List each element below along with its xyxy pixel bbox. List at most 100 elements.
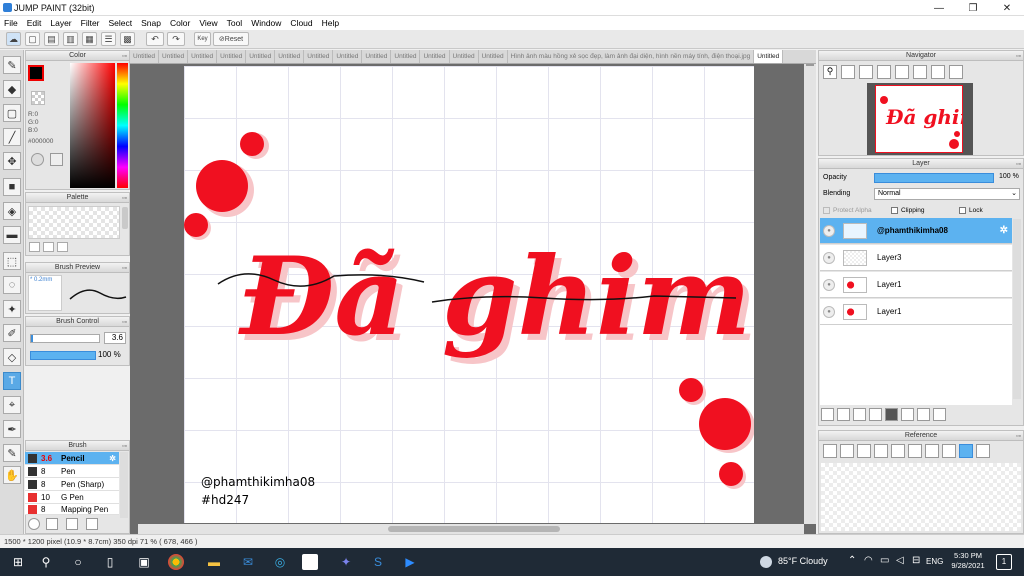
visibility-icon[interactable]: ● — [823, 305, 835, 318]
menu-layer[interactable]: Layer — [50, 18, 71, 28]
menu-help[interactable]: Help — [322, 18, 339, 28]
fill-rect-tool-icon[interactable]: ■ — [3, 178, 21, 196]
hand-icon[interactable] — [959, 444, 973, 458]
brush-delete-icon[interactable] — [86, 518, 98, 530]
jump-paint-icon[interactable] — [302, 554, 318, 570]
new-layer8-icon[interactable] — [837, 408, 850, 421]
menu-filter[interactable]: Filter — [81, 18, 100, 28]
doc-tab[interactable]: Untitled — [159, 50, 189, 63]
panel-menu-icon[interactable]: ▫▫ — [122, 264, 127, 274]
zoom-fit-icon[interactable] — [908, 444, 922, 458]
network-icon[interactable]: ◠ — [864, 555, 873, 566]
skype-icon[interactable]: S — [368, 552, 388, 572]
brush-list-scrollbar[interactable] — [120, 452, 128, 518]
widgets-icon[interactable]: ▯ — [100, 552, 120, 572]
notification-icon[interactable]: 1 — [996, 554, 1012, 570]
panel-menu-icon[interactable]: ▫▫ — [122, 194, 127, 204]
zoom-in-icon[interactable] — [841, 65, 855, 79]
brush2-tool-icon[interactable]: ✎ — [3, 444, 21, 462]
magic-wand-tool-icon[interactable]: ✦ — [3, 300, 21, 318]
flip-icon[interactable] — [949, 65, 963, 79]
blending-select[interactable]: Normal ⌄ — [874, 188, 1020, 200]
close-icon[interactable] — [857, 444, 871, 458]
volume-icon[interactable]: ◁ — [896, 555, 904, 566]
doc-tab-active[interactable]: Untitled — [754, 50, 784, 63]
mail-icon[interactable]: ✉ — [238, 552, 258, 572]
layer-opacity-slider[interactable] — [874, 173, 994, 183]
brush-opacity-slider[interactable] — [30, 351, 96, 360]
canvas-horizontal-scrollbar[interactable] — [138, 524, 804, 534]
new-layer-icon[interactable] — [821, 408, 834, 421]
doc-tab[interactable]: Untitled — [304, 50, 334, 63]
gradient-tool-icon[interactable]: ▬ — [3, 226, 21, 244]
brush-item[interactable]: 8 Pen (Sharp) — [25, 478, 119, 491]
canvas-vertical-scrollbar[interactable] — [804, 64, 816, 524]
document-icon[interactable]: ▦ — [82, 32, 97, 46]
reset-button[interactable]: ⊘ Reset — [213, 32, 249, 46]
brush-copy-icon[interactable] — [46, 518, 58, 530]
cloud-icon[interactable]: ☁ — [6, 32, 21, 46]
chevron-up-icon[interactable]: ⌃ — [848, 555, 856, 566]
pen-tool-icon[interactable]: ✎ — [3, 56, 21, 74]
foreground-color-swatch[interactable] — [28, 65, 44, 81]
clipping-checkbox[interactable]: Clipping — [891, 207, 925, 214]
delete-layer-icon[interactable] — [933, 408, 946, 421]
gear-icon[interactable]: ✲ — [1000, 225, 1008, 236]
zoom-out-icon[interactable] — [877, 65, 891, 79]
language-indicator[interactable]: ENG — [926, 557, 943, 566]
list-icon[interactable]: ☰ — [101, 32, 116, 46]
menu-file[interactable]: File — [4, 18, 18, 28]
panel-menu-icon[interactable]: ▫▫ — [122, 442, 127, 452]
rect-tool-icon[interactable]: ▢ — [3, 104, 21, 122]
panel-menu-icon[interactable]: ▫▫ — [1016, 160, 1021, 170]
menu-view[interactable]: View — [199, 18, 217, 28]
brush-item[interactable]: 8 Mapping Pen — [25, 504, 119, 515]
hue-slider[interactable] — [117, 63, 128, 188]
eyedropper-tool-icon[interactable]: ✒ — [3, 420, 21, 438]
brush-item[interactable]: 10 G Pen — [25, 491, 119, 504]
palette-swatches[interactable] — [28, 206, 120, 239]
hand-tool-icon[interactable]: ✋ — [3, 466, 21, 484]
panel-menu-icon[interactable]: ▫▫ — [122, 318, 127, 328]
bucket-tool-icon[interactable]: ◈ — [3, 202, 21, 220]
protect-alpha-checkbox[interactable]: Protect Alpha — [823, 207, 872, 214]
doc-tab[interactable]: Untitled — [188, 50, 218, 63]
doc-tab[interactable]: Untitled — [246, 50, 276, 63]
file-explorer-icon[interactable]: ▬ — [204, 552, 224, 572]
store-icon[interactable]: ▣ — [134, 552, 154, 572]
layer-dropdown-icon[interactable] — [869, 408, 882, 421]
key-button[interactable]: Key — [194, 32, 211, 46]
zoom-out-icon[interactable] — [925, 444, 939, 458]
undo-icon[interactable]: ↶ — [146, 32, 164, 46]
reset-view-icon[interactable] — [976, 444, 990, 458]
rotate-icon[interactable] — [942, 444, 956, 458]
brush-item[interactable]: 3.6 Pencil ✲ — [25, 452, 119, 465]
brush-add-icon[interactable] — [28, 518, 40, 530]
menu-edit[interactable]: Edit — [27, 18, 42, 28]
zoom-icon[interactable]: ⚲ — [823, 65, 837, 79]
weather-text[interactable]: 85°F Cloudy — [778, 556, 828, 566]
eyedropper-icon[interactable] — [874, 444, 888, 458]
rotate-right-icon[interactable] — [931, 65, 945, 79]
battery-icon[interactable]: ▭ — [880, 555, 889, 566]
layer-list-scrollbar[interactable] — [1013, 219, 1021, 399]
menu-color[interactable]: Color — [170, 18, 190, 28]
line-tool-icon[interactable]: ╱ — [3, 128, 21, 146]
teams-icon[interactable]: ✦ — [336, 552, 356, 572]
palette-new-icon[interactable] — [29, 242, 40, 252]
zoom-in-icon[interactable] — [891, 444, 905, 458]
brush-folder-icon[interactable] — [66, 518, 78, 530]
color-square-icon[interactable] — [50, 153, 63, 166]
background-color-swatch[interactable] — [31, 91, 45, 105]
zoom-fit-icon[interactable] — [859, 65, 873, 79]
doc-tab[interactable]: Untitled — [479, 50, 508, 63]
doc-tab[interactable]: Untitled — [217, 50, 247, 63]
color-wheel-icon[interactable] — [31, 153, 44, 166]
doc-tab[interactable]: Hình ảnh màu hồng xẻ sọc đẹp, làm ảnh đạ… — [508, 50, 755, 63]
doc-tab[interactable]: Untitled — [362, 50, 392, 63]
select-eraser-tool-icon[interactable]: ◇ — [3, 348, 21, 366]
windows-start-icon[interactable]: ⊞ — [8, 552, 28, 572]
layer-row[interactable]: ● Layer3 — [820, 245, 1012, 271]
search-icon[interactable]: ⚲ — [36, 552, 56, 572]
cloud-download-icon[interactable] — [823, 444, 837, 458]
